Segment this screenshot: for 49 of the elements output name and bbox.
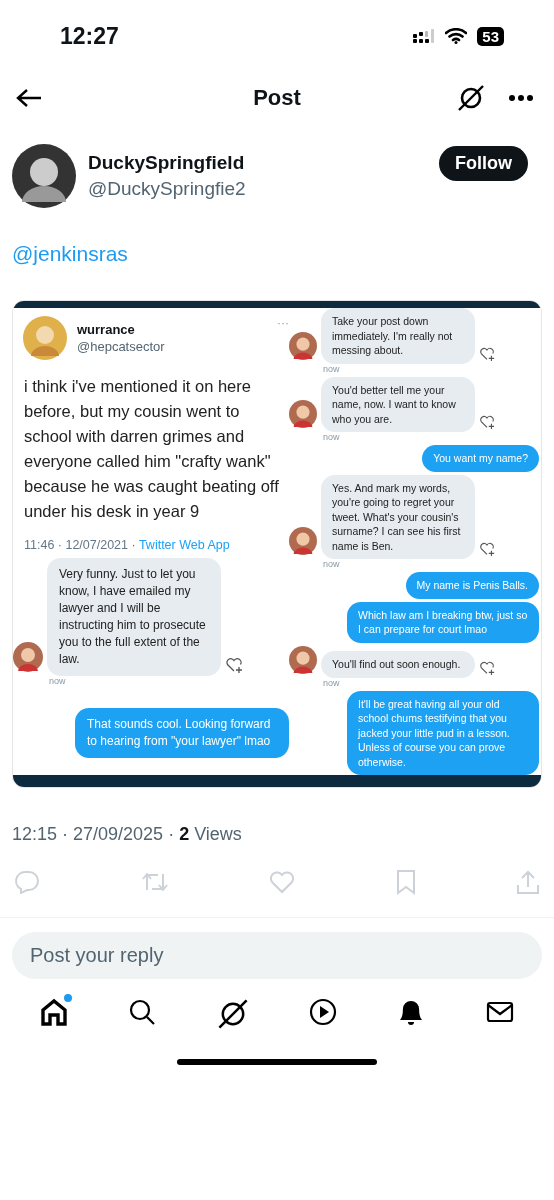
heart-icon	[479, 541, 495, 557]
message-time: now	[323, 363, 341, 374]
slashed-circle-icon[interactable]	[456, 83, 486, 113]
heart-icon	[479, 659, 495, 676]
outgoing-message: It'll be great having all your old school chums testifying that you jacked your little pud in a lesson. Unless of course you can prove otherwise.	[347, 690, 539, 775]
incoming-message: Very funny. Just to let you know, I have emailed my lawyer and I will be instructing him to prosecute you to the full extent of the law.	[47, 558, 221, 676]
tweet-author-handle: @hepcatsector	[77, 339, 166, 354]
heart-icon	[225, 656, 243, 674]
outgoing-message: You want my name?	[422, 445, 539, 472]
attached-screenshot[interactable]	[12, 300, 542, 788]
user-avatar	[13, 642, 43, 672]
tweet-source: Twitter Web App	[138, 538, 230, 552]
user-avatar	[23, 316, 67, 360]
back-arrow-icon[interactable]	[16, 88, 42, 108]
page-title: Post	[253, 85, 301, 111]
tweet-timestamp: 11:46 · 12/07/2021 ·	[24, 538, 137, 552]
incoming-message: You'd better tell me your name, now. I want to know who you are.	[321, 376, 475, 432]
status-time: 12:27	[60, 22, 119, 50]
more-icon[interactable]	[508, 94, 534, 102]
tweet-author-name: wurrance	[77, 322, 136, 337]
heart-icon	[479, 414, 495, 430]
incoming-message: Yes. And mark my words, you're going to regret your tweet. What's your cousin's surname? I can see his first name is Ben.	[321, 474, 475, 559]
outgoing-message: My name is Penis Balls.	[405, 572, 539, 599]
more-icon: ···	[277, 316, 289, 330]
profile-avatar[interactable]	[12, 144, 76, 208]
user-avatar	[289, 527, 317, 555]
battery-level: 53	[477, 26, 504, 46]
message-time: now	[49, 676, 67, 686]
tweet-text: i think i've mentioned it on here before, but my cousin went to school with darren grimes and everyone called him "crafty wank" because he was caught beating off under his desk in year 9	[24, 376, 280, 522]
message-time: now	[323, 559, 341, 569]
message-time: now	[323, 432, 341, 442]
follow-button[interactable]: Follow	[439, 146, 528, 181]
author-handle[interactable]: @DuckySpringfie2	[88, 178, 427, 200]
views-label: Views	[193, 824, 242, 844]
wifi-icon	[445, 28, 468, 44]
message-time: now	[323, 677, 341, 688]
reply-field[interactable]: Post your reply	[12, 932, 542, 979]
incoming-message: Take your post down immediately. I'm really not messing about.	[321, 308, 475, 364]
user-avatar	[289, 331, 317, 360]
signal-icon	[413, 29, 436, 43]
user-avatar	[289, 645, 317, 674]
author-name[interactable]: DuckySpringfield	[88, 152, 427, 174]
incoming-message: You'll find out soon enough.	[321, 651, 475, 678]
view-count: 2	[179, 824, 190, 844]
heart-icon	[479, 345, 495, 362]
post-timestamp: 12:15 · 27/09/2025 ·	[12, 824, 176, 844]
outgoing-message: Which law am I breaking btw, just so I can prepare for court lmao	[347, 601, 539, 643]
user-avatar	[289, 400, 317, 428]
outgoing-message: That sounds cool. Looking forward to hearing from "your lawyer" lmao	[75, 708, 289, 758]
